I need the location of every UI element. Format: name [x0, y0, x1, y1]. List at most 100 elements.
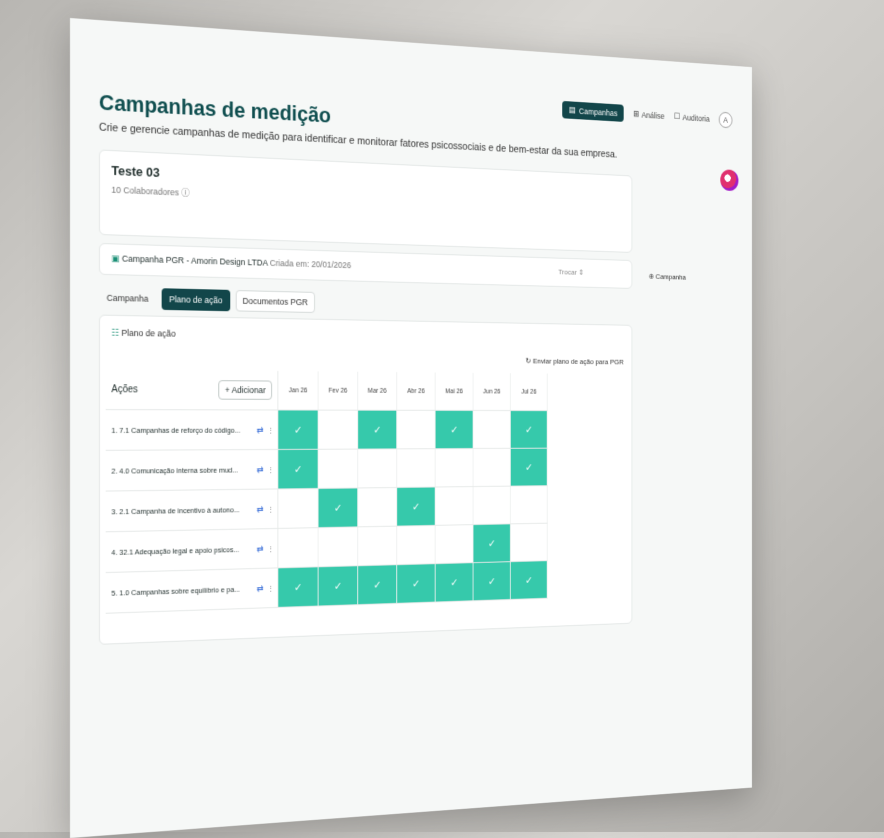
check-icon: ✓: [450, 577, 459, 589]
schedule-cell-checked[interactable]: ✓: [510, 448, 548, 486]
more-options-icon[interactable]: ⋮: [267, 425, 274, 434]
month-header: Mar 26: [358, 371, 398, 410]
schedule-cell-empty[interactable]: [358, 526, 398, 566]
more-options-icon[interactable]: ⋮: [267, 504, 274, 513]
month-header: Jun 26: [473, 372, 511, 411]
action-label[interactable]: 5. 1.0 Campanhas sobre equilíbrio e pa..…: [111, 584, 253, 597]
schedule-cell-checked[interactable]: ✓: [358, 565, 398, 605]
schedule-cell-checked[interactable]: ✓: [358, 410, 398, 449]
check-icon: ✓: [293, 581, 303, 594]
schedule-cell-empty[interactable]: [318, 410, 359, 449]
schedule-cell-empty[interactable]: [473, 410, 511, 449]
nav-analise[interactable]: ⊞ Análise: [633, 109, 664, 121]
schedule-cell-checked[interactable]: ✓: [318, 488, 359, 528]
action-label-cell: 5. 1.0 Campanhas sobre equilíbrio e pa..…: [105, 568, 279, 613]
check-icon: ✓: [373, 579, 382, 591]
action-label[interactable]: 1. 7.1 Campanhas de reforço do código...: [111, 425, 253, 434]
schedule-cell-empty[interactable]: [435, 448, 474, 487]
send-plan-button[interactable]: ↻ Enviar plano de ação para PGR: [526, 357, 624, 366]
new-campaign-button[interactable]: ⊕ Campanha: [649, 272, 686, 281]
schedule-cell-empty[interactable]: [473, 448, 511, 487]
schedule-cell-checked[interactable]: ✓: [473, 524, 511, 563]
schedule-cell-empty[interactable]: [318, 527, 359, 567]
schedule-cell-empty[interactable]: [397, 449, 436, 488]
assistant-logo-icon[interactable]: [720, 169, 739, 192]
more-options-icon[interactable]: ⋮: [267, 544, 274, 553]
app-screen: ▤ Campanhas ⊞ Análise ☐ Auditoria A Camp…: [70, 18, 752, 838]
schedule-cell-empty[interactable]: [397, 525, 436, 565]
more-options-icon[interactable]: ⋮: [267, 583, 274, 592]
schedule-cell-empty[interactable]: [278, 488, 319, 528]
check-icon: ✓: [293, 463, 303, 476]
schedule-cell-empty[interactable]: [435, 525, 474, 564]
nav-auditoria[interactable]: ☐ Auditoria: [674, 111, 710, 123]
schedule-cell-checked[interactable]: ✓: [397, 564, 436, 603]
sync-icon[interactable]: ⇄: [257, 543, 264, 554]
group-count: 10 Colaboradores ⓘ: [111, 183, 189, 199]
tab-plano-de-acao[interactable]: Plano de ação: [161, 288, 230, 312]
check-icon: ✓: [525, 574, 533, 587]
actions-header-label: Ações: [111, 383, 138, 395]
schedule-cell-empty[interactable]: [278, 528, 319, 568]
schedule-cell-checked[interactable]: ✓: [473, 562, 511, 601]
month-header: Mai 26: [435, 372, 474, 410]
nav-campanhas-label: Campanhas: [578, 106, 618, 118]
action-label-cell: 3. 2.1 Campanha de incentivo à autono...…: [105, 489, 279, 532]
schedule-cell-empty[interactable]: [397, 410, 436, 449]
schedule-cell-checked[interactable]: ✓: [397, 487, 436, 526]
plan-heading-label: Plano de ação: [121, 327, 176, 339]
campaign-select-label: Trocar: [558, 267, 577, 277]
list-icon: ☷: [111, 327, 122, 338]
chart-icon: ⊞: [633, 108, 640, 119]
check-icon: ✓: [450, 424, 459, 436]
schedule-cell-empty[interactable]: [318, 449, 359, 488]
info-icon: ⓘ: [181, 187, 190, 198]
campaign-select[interactable]: Trocar ⇕: [558, 268, 584, 277]
month-header: Jul 26: [510, 373, 548, 411]
campaign-icon: ▣: [111, 253, 122, 264]
nav-analise-label: Análise: [641, 109, 665, 121]
nav-campanhas[interactable]: ▤ Campanhas: [562, 100, 624, 122]
check-icon: ✓: [293, 424, 303, 436]
schedule-cell-empty[interactable]: [510, 523, 548, 562]
group-name: Teste 03: [111, 162, 160, 180]
sync-icon[interactable]: ⇄: [257, 424, 264, 435]
schedule-cell-empty[interactable]: [473, 486, 511, 525]
check-icon: ✓: [525, 461, 533, 474]
month-header: Fev 26: [318, 371, 359, 410]
schedule-cell-checked[interactable]: ✓: [278, 410, 319, 449]
campaign-name: Campanha PGR - Amorin Design LTDA: [121, 253, 268, 268]
schedule-cell-checked[interactable]: ✓: [318, 566, 359, 606]
add-action-button[interactable]: + Adicionar: [218, 380, 273, 400]
action-label[interactable]: 2. 4.0 Comunicação interna sobre mud...: [111, 465, 253, 475]
tab-campanha[interactable]: Campanha: [99, 287, 156, 310]
nav-auditoria-label: Auditoria: [682, 112, 710, 124]
user-avatar[interactable]: A: [718, 111, 733, 128]
check-icon: ✓: [412, 501, 420, 513]
action-row: 2. 4.0 Comunicação interna sobre mud... ⇄…: [105, 448, 548, 492]
group-card[interactable]: Teste 03 10 Colaboradores ⓘ: [98, 149, 633, 253]
schedule-cell-checked[interactable]: ✓: [435, 410, 474, 449]
schedule-cell-checked[interactable]: ✓: [435, 563, 474, 602]
schedule-cell-checked[interactable]: ✓: [510, 410, 548, 448]
campaign-created: Criada em: 20/01/2026: [269, 258, 352, 271]
sync-icon[interactable]: ⇄: [257, 583, 264, 594]
grid-header: Ações + Adicionar Jan 26 Fev 26 Mar 26 Abr …: [105, 369, 548, 412]
schedule-cell-empty[interactable]: [510, 486, 548, 524]
action-label[interactable]: 4. 32.1 Adequação legal e apoio psicos..…: [111, 544, 253, 557]
user-avatar-initial: A: [723, 115, 728, 125]
sync-icon[interactable]: ⇄: [257, 504, 264, 515]
schedule-cell-checked[interactable]: ✓: [278, 567, 319, 607]
action-label[interactable]: 3. 2.1 Campanha de incentivo à autono...: [111, 505, 253, 516]
schedule-cell-checked[interactable]: ✓: [278, 449, 319, 489]
schedule-cell-empty[interactable]: [358, 449, 398, 488]
months-header: Jan 26 Fev 26 Mar 26 Abr 26 Mai 26 Jun 26 Jul …: [278, 370, 548, 411]
group-count-label: 10 Colaboradores: [111, 184, 180, 198]
month-header: Jan 26: [278, 370, 319, 410]
schedule-cell-empty[interactable]: [358, 487, 398, 527]
schedule-cell-checked[interactable]: ✓: [510, 561, 548, 599]
schedule-cell-empty[interactable]: [435, 487, 474, 525]
tab-documentos-pgr[interactable]: Documentos PGR: [235, 290, 316, 314]
sync-icon[interactable]: ⇄: [257, 464, 264, 475]
more-options-icon[interactable]: ⋮: [267, 465, 274, 474]
